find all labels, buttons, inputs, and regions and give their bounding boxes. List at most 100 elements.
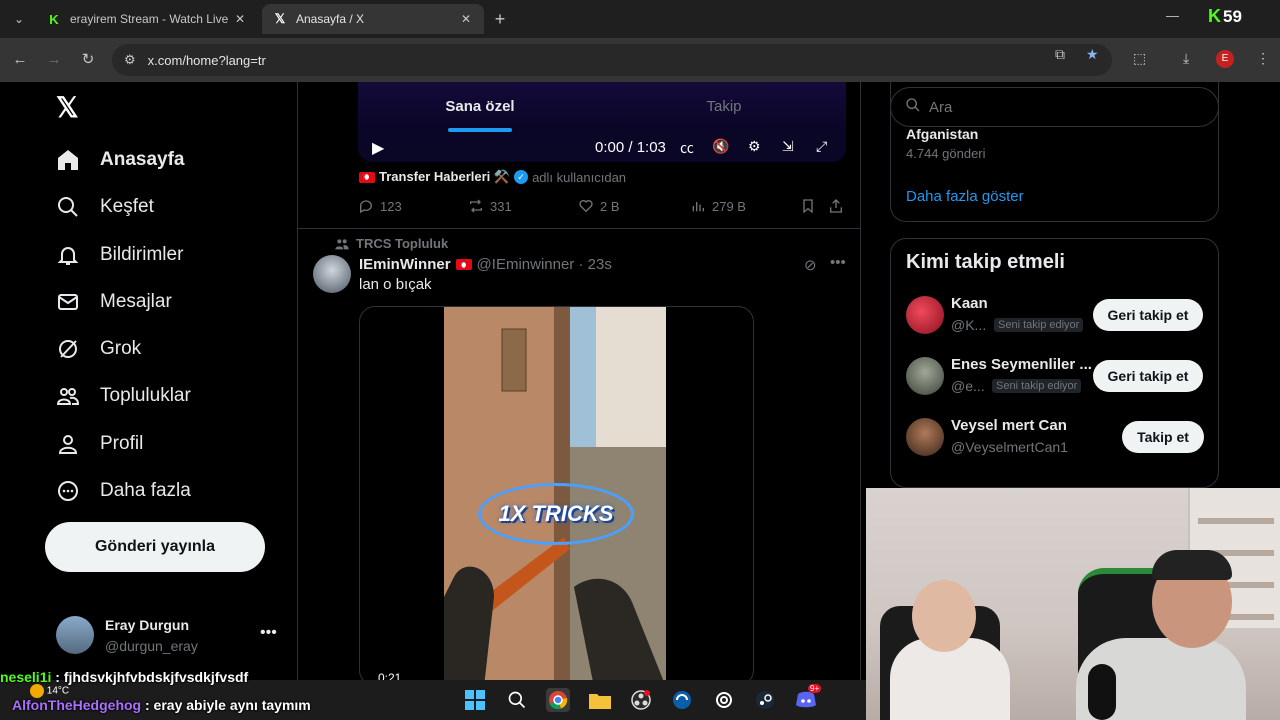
close-icon[interactable]: ✕ <box>232 12 248 26</box>
search-box[interactable] <box>890 87 1219 127</box>
fullscreen-icon[interactable]: ⤢ <box>816 138 827 155</box>
communities-icon <box>335 238 349 249</box>
trend-count: 4.744 gönderi <box>906 146 986 161</box>
steam-icon[interactable] <box>753 688 777 712</box>
tweet-video[interactable]: 1X TRICKS 0:21 <box>359 306 754 680</box>
tweet-author-name[interactable]: IEminWinner <box>359 256 451 273</box>
browser-tab-bar: ⌄ K erayirem Stream - Watch Live o ✕ 𝕏 A… <box>0 0 1280 38</box>
nav-item-label: Bildirimler <box>100 244 184 265</box>
tab-x-home[interactable]: 𝕏 Anasayfa / X ✕ <box>262 4 484 34</box>
forward-icon[interactable]: → <box>44 50 64 70</box>
address-bar[interactable]: ⚙ x.com/home?lang=tr <box>112 44 1112 76</box>
avatar[interactable] <box>906 418 944 456</box>
mute-icon[interactable]: 🔇 <box>712 138 729 155</box>
suggestion-name[interactable]: Veysel mert Can <box>951 417 1067 434</box>
suggestion-handle: @VeyselmertCan1 <box>951 439 1068 455</box>
more-circle-icon <box>54 477 82 505</box>
chrome-icon[interactable] <box>546 688 570 712</box>
trend-name[interactable]: Afganistan <box>906 126 978 142</box>
download-icon[interactable]: ⤓ <box>1183 50 1189 67</box>
video-duration: 0:21 <box>378 671 402 680</box>
credit-source[interactable]: Transfer Haberleri ⚒️ <box>379 169 510 185</box>
post-button[interactable]: Gönderi yayınla <box>45 522 265 572</box>
x-logo-icon[interactable]: 𝕏 <box>56 94 84 122</box>
settings-gear-icon[interactable]: ⚙ <box>748 138 761 155</box>
back-icon[interactable]: ← <box>10 50 30 70</box>
tab-for-you[interactable]: Sana özel <box>358 82 602 132</box>
repost-button[interactable]: 331 <box>468 198 512 214</box>
captions-icon[interactable]: ㏄ <box>680 138 694 158</box>
suggestion-name[interactable]: Enes Seymenliler ... <box>951 356 1092 373</box>
tab-title: erayirem Stream - Watch Live o <box>70 12 232 26</box>
nav-item-notifications[interactable]: Bildirimler <box>54 235 183 275</box>
share-icon[interactable] <box>828 198 844 214</box>
nav-item-communities[interactable]: Topluluklar <box>54 376 191 416</box>
reply-button[interactable]: 123 <box>358 198 402 214</box>
heart-icon <box>579 200 593 213</box>
nav-item-home[interactable]: Anasayfa <box>54 140 185 180</box>
follow-back-button[interactable]: Geri takip et <box>1093 299 1203 331</box>
chatgpt-icon[interactable] <box>712 688 736 712</box>
bookmark-star-icon[interactable]: ★ <box>1086 46 1099 63</box>
windows-start-icon[interactable] <box>463 688 487 712</box>
show-more-link[interactable]: Daha fazla göster <box>906 188 1024 205</box>
profile-icon <box>54 430 82 458</box>
streamer-left-head <box>912 580 976 652</box>
bookmark-icon[interactable] <box>800 198 816 214</box>
menu-kebab-icon[interactable]: ⋮ <box>1256 50 1270 67</box>
tab-search-button[interactable]: ⌄ <box>8 8 30 30</box>
nav-item-grok[interactable]: Grok <box>54 329 141 369</box>
tab-kick-stream[interactable]: K erayirem Stream - Watch Live o ✕ <box>36 4 258 34</box>
nav-item-label: Topluluklar <box>100 385 191 406</box>
more-dots-icon[interactable]: ••• <box>830 254 846 271</box>
streamer-right-headset <box>1152 550 1232 580</box>
video-player-controls: ▶ 0:00 / 1:03 ㏄ 🔇 ⚙ ⇲ ⤢ <box>358 132 846 162</box>
reload-icon[interactable]: ↻ <box>78 50 98 70</box>
profile-avatar[interactable]: E <box>1216 50 1234 68</box>
account-switcher[interactable]: Eray Durgun @durgun_eray ••• <box>56 614 282 658</box>
nav-item-label: Profil <box>100 433 144 454</box>
app-icon[interactable] <box>670 688 694 712</box>
search-icon[interactable] <box>505 688 529 712</box>
extensions-icon[interactable]: ⬚ <box>1133 50 1146 67</box>
suggestion-name[interactable]: Kaan <box>951 295 988 312</box>
nav-item-label: Daha fazla <box>100 480 191 501</box>
tweet-author-handle[interactable]: @IEminwinner · 23s <box>477 256 612 273</box>
install-app-icon[interactable]: ⧉ <box>1055 46 1065 63</box>
more-dots-icon[interactable]: ••• <box>260 624 277 642</box>
like-button[interactable]: 2 B <box>578 198 620 214</box>
tab-following[interactable]: Takip <box>602 82 846 132</box>
file-explorer-icon[interactable] <box>588 688 612 712</box>
follow-suggestion[interactable]: Enes Seymenliler ... @e... Seni takip ed… <box>906 354 1206 398</box>
nav-item-more[interactable]: Daha fazla <box>54 471 191 511</box>
pip-icon[interactable]: ⇲ <box>782 138 794 155</box>
discord-icon[interactable]: 9+ <box>794 684 822 712</box>
play-icon[interactable]: ▶ <box>372 138 384 158</box>
avatar[interactable] <box>313 255 351 293</box>
obs-icon[interactable] <box>629 688 653 712</box>
feed-tabs: Sana özel Takip <box>358 82 846 132</box>
follow-back-button[interactable]: Geri takip et <box>1093 360 1203 392</box>
weather-widget[interactable]: 14°C <box>30 684 69 698</box>
site-info-icon[interactable]: ⚙ <box>124 52 136 68</box>
avatar[interactable] <box>906 296 944 334</box>
community-label[interactable]: TRCS Topluluk <box>334 236 448 251</box>
grok-icon[interactable]: ⊘ <box>804 256 817 274</box>
new-tab-button[interactable]: + <box>490 9 510 29</box>
views-button[interactable]: 279 B <box>690 198 746 214</box>
close-icon[interactable]: ✕ <box>458 12 474 26</box>
nav-item-messages[interactable]: Mesajlar <box>54 282 172 322</box>
suggestion-handle: @e... <box>951 378 985 394</box>
video-time: 0:00 / 1:03 <box>595 139 666 156</box>
avatar[interactable] <box>906 357 944 395</box>
who-to-follow-panel: Kimi takip etmeli Kaan @K... Seni takip … <box>890 238 1219 488</box>
nav-item-explore[interactable]: Keşfet <box>54 187 154 227</box>
follow-suggestion[interactable]: Veysel mert Can @VeyselmertCan1 Takip et <box>906 415 1206 459</box>
search-input[interactable] <box>929 98 1199 116</box>
minimize-icon[interactable]: — <box>1166 8 1179 23</box>
nav-item-profile[interactable]: Profil <box>54 424 143 464</box>
views-chart-icon <box>692 202 704 212</box>
grok-icon <box>54 335 82 363</box>
follow-suggestion[interactable]: Kaan @K... Seni takip ediyor Geri takip … <box>906 293 1206 337</box>
follow-button[interactable]: Takip et <box>1122 421 1204 453</box>
